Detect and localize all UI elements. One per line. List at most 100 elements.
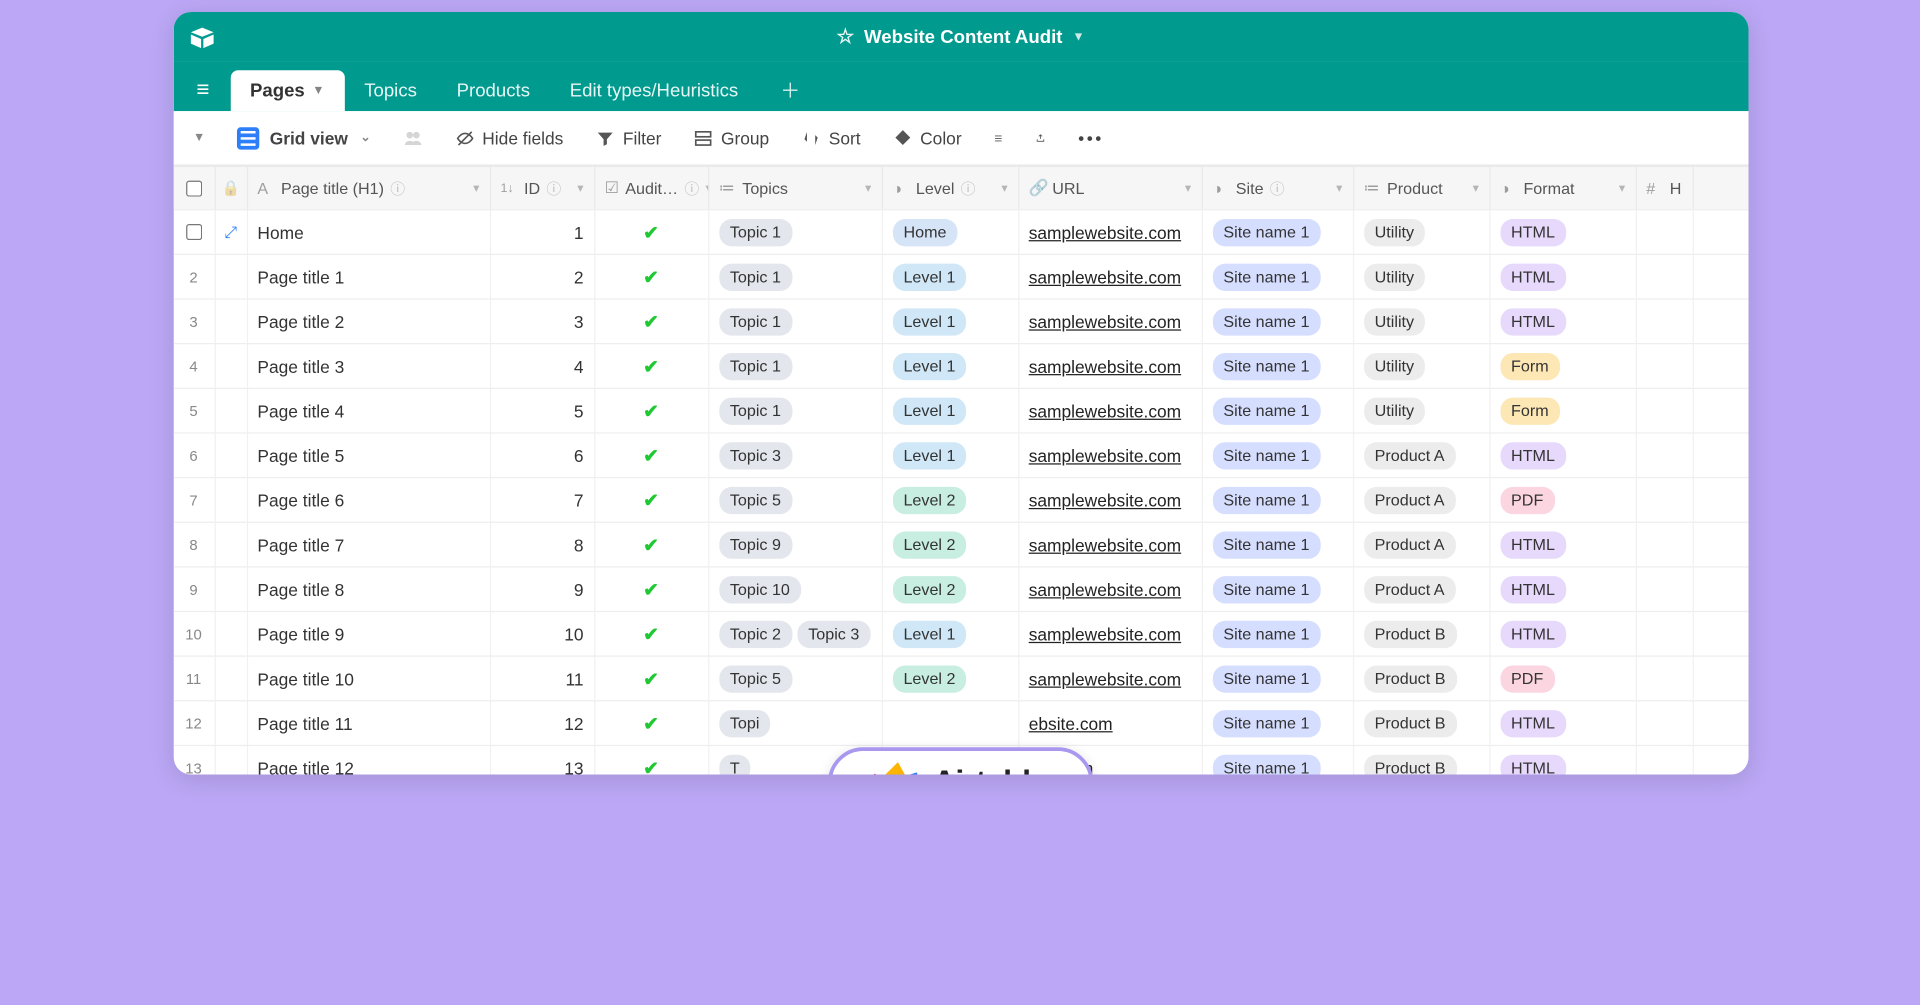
cell-url[interactable]: samplewebsite.com xyxy=(1018,522,1202,565)
cell-page-title[interactable]: Home xyxy=(247,210,490,253)
cell-audit[interactable]: ✔ xyxy=(594,388,708,431)
cell-format[interactable]: PDF xyxy=(1489,478,1635,521)
cell-product[interactable]: Product B xyxy=(1353,746,1489,775)
cell-level[interactable]: Level 1 xyxy=(882,344,1018,387)
cell-product[interactable]: Product A xyxy=(1353,433,1489,476)
cell-page-title[interactable]: Page title 5 xyxy=(247,433,490,476)
filter-button[interactable]: Filter xyxy=(588,122,669,152)
cell-h[interactable] xyxy=(1636,299,1693,342)
cell-h[interactable] xyxy=(1636,255,1693,298)
cell-page-title[interactable]: Page title 10 xyxy=(247,656,490,699)
cell-audit[interactable]: ✔ xyxy=(594,210,708,253)
collaborators-icon[interactable] xyxy=(395,122,430,152)
cell-format[interactable]: HTML xyxy=(1489,701,1635,744)
cell-product[interactable]: Product B xyxy=(1353,656,1489,699)
col-id[interactable]: 1↓ ID ⓘ ▾ xyxy=(490,166,594,208)
cell-topics[interactable]: Topic 1 xyxy=(708,344,882,387)
cell-id[interactable]: 7 xyxy=(490,478,594,521)
table-row[interactable]: 5Page title 45✔Topic 1Level 1samplewebsi… xyxy=(173,388,1748,433)
url-link[interactable]: samplewebsite.com xyxy=(1028,445,1180,465)
cell-id[interactable]: 9 xyxy=(490,567,594,610)
cell-page-title[interactable]: Page title 3 xyxy=(247,344,490,387)
url-link[interactable]: samplewebsite.com xyxy=(1028,356,1180,376)
table-row[interactable]: 6Page title 56✔Topic 3Level 1samplewebsi… xyxy=(173,433,1748,478)
cell-url[interactable]: samplewebsite.com xyxy=(1018,299,1202,342)
cell-product[interactable]: Product B xyxy=(1353,612,1489,655)
cell-page-title[interactable]: Page title 4 xyxy=(247,388,490,431)
cell-page-title[interactable]: Page title 7 xyxy=(247,522,490,565)
table-row[interactable]: 9Page title 89✔Topic 10Level 2samplewebs… xyxy=(173,567,1748,612)
table-row[interactable]: 10Page title 910✔Topic 2Topic 3Level 1sa… xyxy=(173,612,1748,657)
cell-product[interactable]: Utility xyxy=(1353,299,1489,342)
cell-id[interactable]: 2 xyxy=(490,255,594,298)
col-url[interactable]: 🔗 URL ▾ xyxy=(1018,166,1202,208)
cell-level[interactable]: Level 1 xyxy=(882,388,1018,431)
cell-h[interactable] xyxy=(1636,388,1693,431)
col-site[interactable]: ◑ Site ⓘ ▾ xyxy=(1202,166,1353,208)
url-link[interactable]: samplewebsite.com xyxy=(1028,311,1180,331)
cell-site[interactable]: Site name 1 xyxy=(1202,388,1353,431)
cell-topics[interactable]: Topic 1 xyxy=(708,255,882,298)
cell-product[interactable]: Utility xyxy=(1353,388,1489,431)
cell-topics[interactable]: Topic 3 xyxy=(708,433,882,476)
row-height-button[interactable] xyxy=(986,122,1011,152)
cell-page-title[interactable]: Page title 6 xyxy=(247,478,490,521)
cell-id[interactable]: 1 xyxy=(490,210,594,253)
caret-down-icon[interactable]: ▾ xyxy=(1618,181,1624,195)
cell-page-title[interactable]: Page title 9 xyxy=(247,612,490,655)
cell-audit[interactable]: ✔ xyxy=(594,567,708,610)
star-icon[interactable]: ☆ xyxy=(836,24,854,49)
cell-audit[interactable]: ✔ xyxy=(594,255,708,298)
cell-product[interactable]: Utility xyxy=(1353,255,1489,298)
table-row[interactable]: ⤢Home1✔Topic 1Homesamplewebsite.comSite … xyxy=(173,210,1748,255)
cell-site[interactable]: Site name 1 xyxy=(1202,478,1353,521)
cell-level[interactable]: Level 2 xyxy=(882,522,1018,565)
share-view-button[interactable] xyxy=(1028,122,1053,152)
cell-level[interactable]: Home xyxy=(882,210,1018,253)
cell-id[interactable]: 5 xyxy=(490,388,594,431)
caret-down-icon[interactable]: ▼ xyxy=(1072,29,1084,43)
cell-h[interactable] xyxy=(1636,701,1693,744)
cell-format[interactable]: HTML xyxy=(1489,299,1635,342)
cell-format[interactable]: Form xyxy=(1489,388,1635,431)
cell-url[interactable]: ebsite.com xyxy=(1018,701,1202,744)
caret-down-icon[interactable]: ▾ xyxy=(1472,181,1478,195)
group-button[interactable]: Group xyxy=(686,122,776,152)
cell-id[interactable]: 13 xyxy=(490,746,594,775)
url-link[interactable]: samplewebsite.com xyxy=(1028,668,1180,688)
table-row[interactable]: 7Page title 67✔Topic 5Level 2samplewebsi… xyxy=(173,478,1748,523)
tab-products[interactable]: Products xyxy=(436,70,549,111)
cell-url[interactable]: samplewebsite.com xyxy=(1018,255,1202,298)
cell-topics[interactable]: Topic 2Topic 3 xyxy=(708,612,882,655)
cell-site[interactable]: Site name 1 xyxy=(1202,433,1353,476)
caret-down-icon[interactable]: ▾ xyxy=(473,181,479,195)
row-checkbox[interactable] xyxy=(173,210,215,253)
cell-level[interactable]: Level 1 xyxy=(882,255,1018,298)
cell-product[interactable]: Product A xyxy=(1353,567,1489,610)
cell-id[interactable]: 8 xyxy=(490,522,594,565)
url-link[interactable]: samplewebsite.com xyxy=(1028,534,1180,554)
cell-page-title[interactable]: Page title 11 xyxy=(247,701,490,744)
url-link[interactable]: samplewebsite.com xyxy=(1028,400,1180,420)
cell-site[interactable]: Site name 1 xyxy=(1202,299,1353,342)
cell-url[interactable]: samplewebsite.com xyxy=(1018,344,1202,387)
cell-level[interactable]: Level 1 xyxy=(882,299,1018,342)
cell-url[interactable]: samplewebsite.com xyxy=(1018,478,1202,521)
table-row[interactable]: 3Page title 23✔Topic 1Level 1samplewebsi… xyxy=(173,299,1748,344)
url-link[interactable]: samplewebsite.com xyxy=(1028,222,1180,242)
caret-down-icon[interactable]: ▾ xyxy=(1184,181,1190,195)
cell-topics[interactable]: Topi xyxy=(708,701,882,744)
cell-page-title[interactable]: Page title 8 xyxy=(247,567,490,610)
cell-url[interactable]: samplewebsite.com xyxy=(1018,656,1202,699)
cell-audit[interactable]: ✔ xyxy=(594,746,708,775)
cell-level[interactable]: Level 2 xyxy=(882,567,1018,610)
cell-format[interactable]: HTML xyxy=(1489,746,1635,775)
cell-site[interactable]: Site name 1 xyxy=(1202,567,1353,610)
cell-url[interactable]: samplewebsite.com xyxy=(1018,567,1202,610)
cell-audit[interactable]: ✔ xyxy=(594,701,708,744)
cell-audit[interactable]: ✔ xyxy=(594,299,708,342)
cell-product[interactable]: Product A xyxy=(1353,522,1489,565)
cell-format[interactable]: PDF xyxy=(1489,656,1635,699)
col-format[interactable]: ◑ Format ▾ xyxy=(1489,166,1635,208)
cell-page-title[interactable]: Page title 1 xyxy=(247,255,490,298)
